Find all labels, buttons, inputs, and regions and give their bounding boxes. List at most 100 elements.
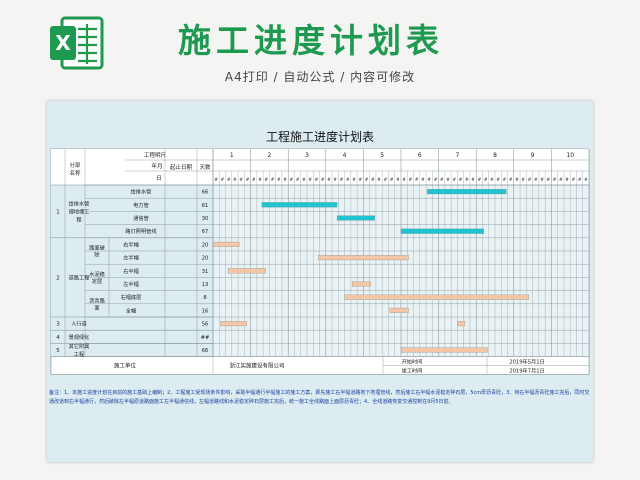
sub-day-marker: # — [214, 177, 218, 183]
sub-day-marker: # — [521, 177, 525, 183]
group-name: 工程 — [74, 350, 84, 358]
row-days: 16 — [202, 308, 209, 314]
group-number: 2 — [56, 275, 60, 281]
item-header: 工程明尺 — [144, 151, 167, 159]
row-days: 66 — [202, 348, 209, 354]
gantt-chart: 1# # # # # #2# # # # # #3# # # # # #4# # # # # #5# # # # # #6# # # #… — [50, 148, 590, 375]
row-days: 61 — [202, 203, 209, 209]
sub-day-marker: # — [528, 177, 532, 183]
sub-day-marker: # — [233, 177, 237, 183]
gantt-bar — [318, 255, 409, 261]
days-header: 天数 — [199, 163, 211, 171]
gantt-bar — [261, 202, 338, 208]
sub-day-marker: # — [534, 177, 538, 183]
sub-day-marker: # — [584, 177, 588, 183]
row-days: ## — [201, 335, 210, 341]
month-label: 3 — [305, 152, 309, 159]
subgroup-name: 路面破 — [89, 244, 105, 252]
subgroup-name: 水泥稳 — [89, 270, 105, 278]
gantt-bar — [351, 281, 372, 287]
row-days: 20 — [202, 256, 209, 262]
group-name: 程 — [76, 215, 81, 223]
sub-day-marker: # — [490, 177, 494, 183]
sub-day-marker: # — [571, 177, 575, 183]
row-item: 右半幅 — [123, 267, 139, 275]
sub-day-marker: # — [402, 177, 406, 183]
row-item: 全幅 — [126, 306, 136, 314]
sub-day-marker: # — [496, 177, 500, 183]
group-number: 3 — [56, 322, 60, 328]
end-label: 竣工时间 — [402, 367, 423, 375]
subgroup-name: 除 — [94, 251, 100, 259]
sub-day-marker: # — [371, 177, 375, 183]
sub-day-marker: # — [465, 177, 469, 183]
row-item: 给排水管 — [131, 188, 152, 196]
sub-day-marker: # — [440, 177, 444, 183]
row-days: 67 — [202, 229, 209, 235]
sub-day-marker: # — [352, 177, 356, 183]
sub-day-marker: # — [515, 177, 519, 183]
sub-day-marker: # — [246, 177, 250, 183]
sub-day-marker: # — [252, 177, 256, 183]
start-value: 2019年5月1日 — [509, 358, 544, 366]
gantt-bar — [400, 347, 488, 353]
row-item: 左半幅 — [123, 280, 139, 288]
month-label: 5 — [380, 152, 384, 159]
gantt-bar — [336, 215, 375, 221]
sub-day-marker: # — [315, 177, 319, 183]
group-name: 给排水管 — [69, 199, 90, 207]
sub-day-marker: # — [239, 177, 243, 183]
sub-day-marker: # — [277, 177, 281, 183]
month-label: 8 — [493, 152, 497, 159]
sub-day-marker: # — [333, 177, 337, 183]
unit-label: 施工单位 — [114, 362, 137, 370]
row-days: 8 — [203, 295, 206, 301]
month-label: 10 — [566, 152, 574, 159]
sub-day-marker: # — [477, 177, 481, 183]
sub-day-marker: # — [327, 177, 331, 183]
subgroup-name: 沥青路 — [89, 296, 105, 304]
sub-day-marker: # — [390, 177, 394, 183]
sub-day-marker: # — [446, 177, 450, 183]
notes: 备注：1、本施工进度计划在目前的施工基础上编制；2、工程施工受现场条件影响，采取… — [49, 390, 590, 405]
sub-day-marker: # — [358, 177, 362, 183]
start-label: 开始时间 — [402, 358, 423, 366]
page-subtitle: A4打印 / 自动公式 / 内容可修改 — [224, 70, 416, 84]
year-month-header: 年月 — [151, 162, 162, 170]
sub-day-marker: # — [559, 177, 563, 183]
sub-day-marker: # — [221, 177, 225, 183]
gantt-bar — [457, 321, 466, 327]
gantt-bar — [344, 294, 529, 300]
month-label: 4 — [343, 152, 347, 159]
header: X 施工进度计划表 A4打印 / 自动公式 / 内容可修改 — [0, 0, 640, 98]
row-item: 通信管 — [133, 214, 149, 222]
subgroup-name: 定层 — [92, 277, 102, 285]
page-title: 施工进度计划表 — [178, 21, 444, 60]
sub-day-marker: # — [553, 177, 557, 183]
sub-day-marker: # — [289, 177, 293, 183]
sub-day-marker: # — [578, 177, 582, 183]
sub-day-marker: # — [258, 177, 262, 183]
sub-day-marker: # — [264, 177, 268, 183]
unit-value: 浙江实施建设有限公司 — [229, 362, 284, 370]
row-item: 电力管 — [133, 201, 149, 209]
sub-day-marker: # — [271, 177, 275, 183]
sub-day-marker: # — [308, 177, 312, 183]
sub-day-marker: # — [396, 177, 400, 183]
sub-day-marker: # — [546, 177, 550, 183]
sub-day-marker: # — [471, 177, 475, 183]
sub-day-marker: # — [434, 177, 438, 183]
end-value: 2019年7月1日 — [509, 367, 544, 375]
row-days: 13 — [202, 282, 209, 288]
logo-letter: X — [55, 31, 71, 55]
row-days: 30 — [202, 216, 209, 222]
row-item: 右半幅 — [123, 240, 139, 248]
month-label: 6 — [418, 152, 422, 159]
sub-day-marker: # — [409, 177, 413, 183]
sub-day-marker: # — [459, 177, 463, 183]
group-number: 4 — [56, 335, 60, 341]
sub-day-marker: # — [509, 177, 513, 183]
row-days: 56 — [202, 322, 209, 328]
gantt-bar — [227, 268, 266, 274]
sub-day-marker: # — [383, 177, 387, 183]
